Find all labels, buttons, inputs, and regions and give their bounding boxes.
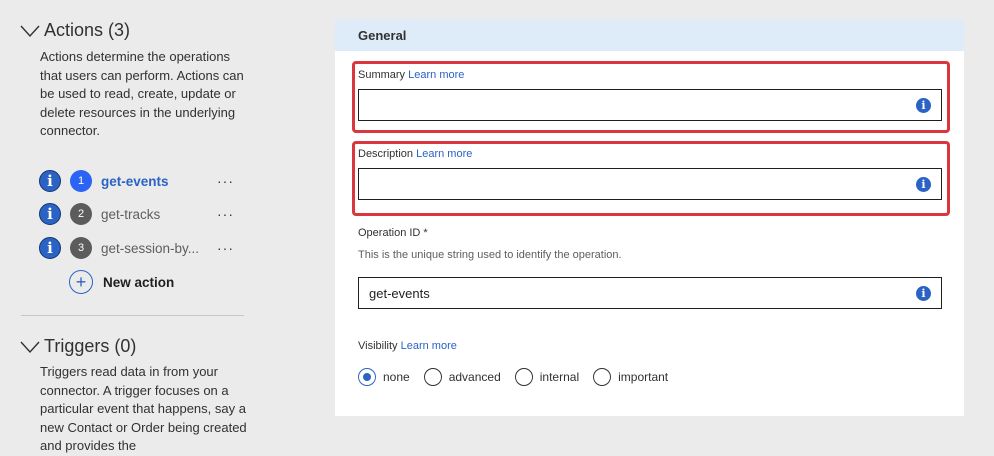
radio-button[interactable] (358, 368, 376, 386)
summary-learn-more-link[interactable]: Learn more (408, 69, 464, 81)
actions-section-toggle[interactable]: Actions (3) (20, 20, 130, 41)
visibility-option-important[interactable]: important (593, 368, 668, 386)
visibility-radio-group: none advanced internal important (358, 368, 682, 386)
description-label: Description Learn more (358, 148, 473, 160)
visibility-option-internal[interactable]: internal (514, 368, 579, 386)
info-icon[interactable]: i (39, 203, 61, 225)
operation-id-label: Operation ID * (358, 227, 428, 239)
action-label[interactable]: get-tracks (101, 207, 211, 222)
new-action-label: New action (103, 274, 175, 290)
visibility-label: Visibility Learn more (358, 340, 457, 352)
action-number-badge: 1 (70, 170, 92, 192)
new-action-button[interactable]: + New action (69, 270, 174, 294)
info-icon[interactable]: i (39, 237, 61, 259)
operation-id-input[interactable]: get-events i (358, 277, 942, 309)
more-options-icon[interactable]: ··· (217, 173, 234, 189)
more-options-icon[interactable]: ··· (217, 206, 234, 222)
description-learn-more-link[interactable]: Learn more (416, 148, 472, 160)
more-options-icon[interactable]: ··· (217, 240, 234, 256)
action-item-get-events[interactable]: i 1 get-events ··· (39, 168, 249, 194)
action-label[interactable]: get-events (101, 174, 211, 189)
general-header: General (335, 19, 964, 51)
operation-id-value: get-events (369, 285, 430, 301)
info-icon[interactable]: i (916, 286, 931, 301)
action-number-badge: 2 (70, 203, 92, 225)
radio-button[interactable] (514, 368, 533, 386)
general-panel: General Summary Learn more i Description… (335, 19, 964, 416)
section-divider (21, 315, 244, 316)
actions-description: Actions determine the operations that us… (40, 49, 244, 139)
radio-button[interactable] (593, 368, 612, 386)
plus-circle-icon: + (69, 270, 93, 294)
summary-label: Summary Learn more (358, 69, 465, 81)
operation-id-helper: This is the unique string used to identi… (358, 249, 622, 261)
info-icon[interactable]: i (916, 98, 931, 113)
chevron-down-icon (20, 341, 40, 353)
triggers-section-toggle[interactable]: Triggers (0) (20, 336, 136, 357)
summary-input[interactable]: i (358, 89, 942, 121)
action-item-get-tracks[interactable]: i 2 get-tracks ··· (39, 201, 249, 227)
triggers-section-title: Triggers (0) (44, 336, 137, 356)
info-icon[interactable]: i (39, 170, 61, 192)
visibility-option-advanced[interactable]: advanced (423, 368, 501, 386)
visibility-learn-more-link[interactable]: Learn more (401, 340, 457, 352)
action-label[interactable]: get-session-by... (101, 241, 211, 256)
triggers-description: Triggers read data in from your connecto… (40, 364, 247, 454)
chevron-down-icon (20, 25, 40, 37)
radio-button[interactable] (423, 368, 442, 386)
actions-section-title: Actions (3) (44, 20, 131, 40)
action-item-get-session-by[interactable]: i 3 get-session-by... ··· (39, 235, 249, 261)
description-input[interactable]: i (358, 168, 942, 200)
left-pane: Actions (3) Actions determine the operat… (0, 0, 270, 453)
action-number-badge: 3 (70, 237, 92, 259)
visibility-option-none[interactable]: none (358, 368, 410, 386)
info-icon[interactable]: i (916, 177, 931, 192)
